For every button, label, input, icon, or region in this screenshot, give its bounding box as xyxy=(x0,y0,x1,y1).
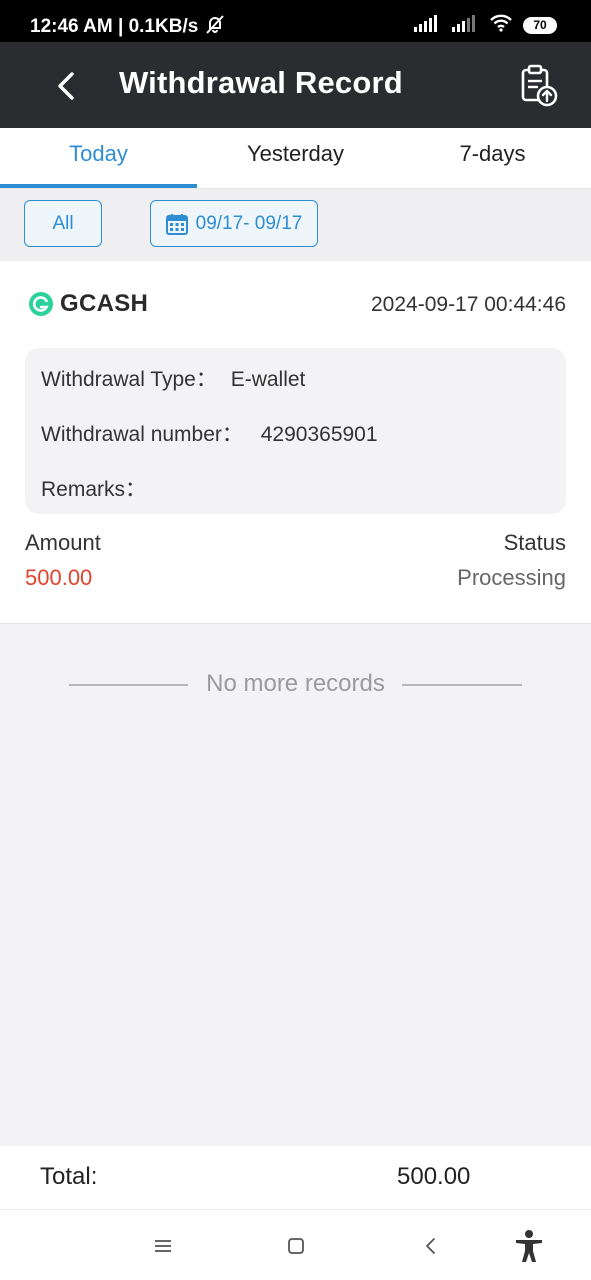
tab-today[interactable]: Today xyxy=(0,128,197,189)
withdrawal-number-label: Withdrawal number： xyxy=(41,423,243,446)
status-time-speed: 12:46 AM | 0.1KB/s xyxy=(30,16,199,37)
record-details: Withdrawal Type： E-wallet Withdrawal num… xyxy=(25,348,566,514)
filter-all-label: All xyxy=(52,212,74,234)
wifi-icon xyxy=(489,14,513,37)
total-value: 500.00 xyxy=(397,1163,471,1190)
remarks-row: Remarks： xyxy=(41,473,146,503)
withdrawal-number-value: 4290365901 xyxy=(260,423,378,446)
date-range-label: 09/17- 09/17 xyxy=(195,212,303,234)
menu-icon xyxy=(155,1240,171,1252)
record-datetime: 2024-09-17 00:44:46 xyxy=(371,293,566,316)
withdrawal-type-row: Withdrawal Type： E-wallet xyxy=(41,363,305,393)
system-nav-bar xyxy=(0,1210,591,1280)
withdrawal-record-card[interactable]: GCASH 2024-09-17 00:44:46 Withdrawal Typ… xyxy=(0,261,591,624)
filter-bar: All 09/17- 09/17 xyxy=(0,189,591,261)
menu-button[interactable] xyxy=(145,1228,181,1264)
square-icon xyxy=(288,1238,304,1254)
filter-all-button[interactable]: All xyxy=(24,200,102,247)
withdraw-record-button[interactable] xyxy=(514,62,562,110)
active-tab-indicator xyxy=(0,184,197,188)
home-button[interactable] xyxy=(278,1228,314,1264)
amount-value: 500.00 xyxy=(25,565,93,590)
withdrawal-number-row: Withdrawal number： 4290365901 xyxy=(41,418,378,448)
accessibility-icon xyxy=(516,1230,542,1262)
clipboard-upload-icon xyxy=(521,64,558,107)
accessibility-button[interactable] xyxy=(511,1228,547,1264)
brand-name: GCASH xyxy=(60,290,149,317)
total-bar: Total: 500.00 xyxy=(0,1146,591,1210)
status-value: Processing xyxy=(457,565,566,590)
signal-icon-2 xyxy=(451,14,479,37)
tab-yesterday[interactable]: Yesterday xyxy=(197,128,394,189)
status-right: 70 xyxy=(413,14,557,37)
chevron-left-icon xyxy=(426,1238,435,1254)
signal-icon xyxy=(413,14,441,37)
no-more-records: No more records xyxy=(0,668,591,702)
status-left: 12:46 AM | 0.1KB/s xyxy=(30,13,226,41)
date-tabs: Today Yesterday 7-days xyxy=(0,128,591,189)
app-header: Withdrawal Record xyxy=(0,42,591,128)
remarks-label: Remarks： xyxy=(41,478,147,501)
withdrawal-type-value: E-wallet xyxy=(230,368,306,391)
notifications-muted-icon xyxy=(204,13,226,41)
battery-level: 70 xyxy=(533,18,547,32)
gcash-logo-icon xyxy=(29,292,53,316)
divider-right xyxy=(402,684,522,686)
total-label: Total: xyxy=(40,1163,98,1190)
system-back-button[interactable] xyxy=(413,1228,449,1264)
battery-icon: 70 xyxy=(523,17,557,34)
withdrawal-type-label: Withdrawal Type： xyxy=(41,368,217,391)
calendar-icon xyxy=(165,213,188,235)
tab-7-days[interactable]: 7-days xyxy=(394,128,591,189)
page-title: Withdrawal Record xyxy=(119,65,403,100)
amount-label: Amount xyxy=(25,530,101,555)
brand: GCASH xyxy=(28,290,148,318)
back-button[interactable] xyxy=(48,66,88,106)
chevron-left-icon xyxy=(58,72,74,100)
date-range-button[interactable]: 09/17- 09/17 xyxy=(150,200,318,247)
system-status-bar: 12:46 AM | 0.1KB/s 70 xyxy=(0,0,591,42)
status-label: Status xyxy=(503,530,566,555)
